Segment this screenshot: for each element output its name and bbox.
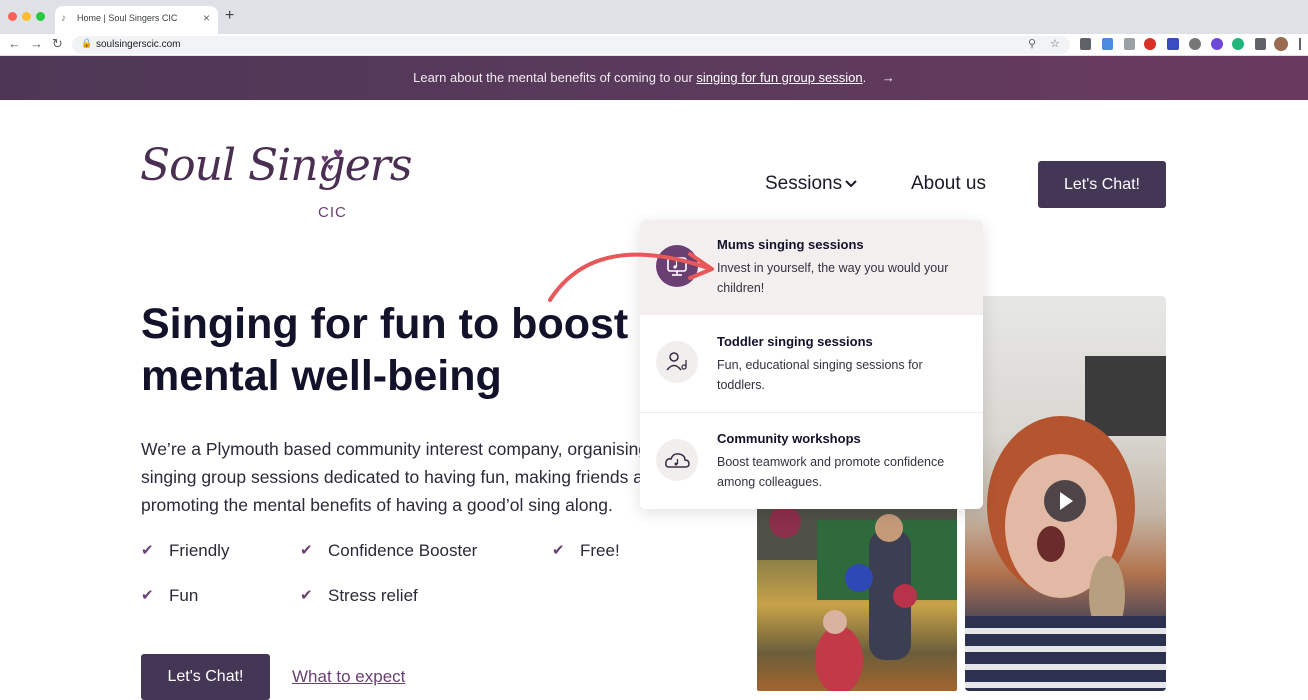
browser-tab-bar: ♪ Home | Soul Singers CIC × +: [0, 0, 1308, 34]
extension-icons: [1080, 37, 1301, 51]
dropdown-item-description: Fun, educational singing sessions for to…: [717, 358, 923, 392]
toddler-session-photo: [757, 500, 957, 691]
close-window-button[interactable]: [8, 12, 17, 21]
extension-g-icon: [1211, 38, 1223, 50]
dropdown-item-description: Boost teamwork and promote confidence am…: [717, 455, 945, 489]
dropdown-item-title: Community workshops: [717, 431, 861, 446]
minimize-window-button[interactable]: [22, 12, 31, 21]
dropdown-item-title: Toddler singing sessions: [717, 334, 873, 349]
feature-item: Free!: [580, 541, 620, 560]
check-icon: ✔: [552, 542, 565, 559]
forward-button[interactable]: →: [30, 36, 43, 51]
extension-badge-icon: [1167, 38, 1179, 50]
extension-wp-icon: [1189, 38, 1201, 50]
check-icon: ✔: [300, 587, 313, 604]
child-music-glyph: [666, 352, 687, 371]
dropdown-item-title: Mums singing sessions: [717, 237, 864, 252]
favicon-icon: ♪: [61, 13, 66, 24]
hero-description-line: We’re a Plymouth based community interes…: [141, 439, 641, 459]
tab-title: Home | Soul Singers CIC: [77, 13, 178, 23]
logo-cic: CIC: [318, 204, 347, 221]
check-icon: ✔: [141, 542, 154, 559]
lets-chat-hero-button[interactable]: Let's Chat!: [141, 654, 270, 700]
dropdown-item-community[interactable]: Community workshops Boost teamwork and p…: [640, 413, 983, 509]
zoom-icon[interactable]: ⚲: [1028, 37, 1036, 50]
heart-icon: ♥: [333, 144, 344, 163]
bookmark-star-icon[interactable]: ☆: [1050, 37, 1060, 50]
what-to-expect-link[interactable]: What to expect: [292, 667, 405, 687]
toddler-photo-scene: [757, 500, 957, 691]
feature-item: Friendly: [169, 541, 230, 560]
extension-grammarly-icon: [1232, 38, 1244, 50]
heart-icon: ♥: [327, 162, 334, 174]
check-icon: ✔: [141, 587, 154, 604]
hero-title: Singing for fun to boost mental well-bei…: [141, 300, 629, 400]
extension-shield-icon: [1080, 38, 1091, 50]
lets-chat-nav-button[interactable]: Let's Chat!: [1038, 161, 1166, 208]
hero-description-line: promoting the mental benefits of having …: [141, 495, 613, 515]
announcement-period: .: [862, 70, 867, 85]
annotation-arrow: [548, 252, 714, 302]
cloud-music-glyph: [665, 453, 690, 468]
browser-tab[interactable]: ♪ Home | Soul Singers CIC ×: [55, 6, 218, 34]
play-icon: [1060, 492, 1073, 510]
arrow-right-icon[interactable]: →: [882, 70, 895, 85]
nav-sessions[interactable]: Sessions: [765, 173, 842, 195]
new-tab-button[interactable]: +: [225, 7, 234, 25]
child-music-icon: [656, 341, 698, 383]
logo-wordmark: Soul Singers: [140, 140, 412, 191]
check-icon: ✔: [300, 542, 313, 559]
dropdown-item-description: Invest in yourself, the way you would yo…: [717, 261, 949, 295]
reload-button[interactable]: ↻: [52, 36, 63, 52]
announcement-link[interactable]: singing for fun group session: [696, 70, 862, 85]
menu-dots-icon: [1299, 38, 1301, 50]
hero-description-line: singing group sessions dedicated to havi…: [141, 467, 641, 487]
feature-item: Confidence Booster: [328, 541, 478, 560]
profile-avatar: [1274, 37, 1288, 51]
feature-item: Fun: [169, 586, 199, 605]
nav-about-us[interactable]: About us: [911, 173, 986, 195]
announcement-text: Learn about the mental benefits of comin…: [413, 70, 697, 85]
announcement-bar: Learn about the mental benefits of comin…: [0, 56, 1308, 100]
play-video-button[interactable]: [1044, 480, 1086, 522]
lock-icon: 🔒: [81, 38, 93, 48]
back-button[interactable]: ←: [8, 36, 21, 51]
cloud-music-icon: [656, 439, 698, 481]
maximize-window-button[interactable]: [36, 12, 45, 21]
extension-grid-icon: [1124, 38, 1135, 50]
url-text: soulsingerscic.com: [96, 39, 181, 50]
close-tab-icon[interactable]: ×: [203, 11, 210, 25]
chevron-down-icon[interactable]: [844, 178, 858, 190]
hero-description: We’re a Plymouth based community interes…: [141, 435, 641, 519]
browser-toolbar: ← → ↻ 🔒 soulsingerscic.com ⚲ ☆: [0, 34, 1308, 56]
feature-item: Stress relief: [328, 586, 418, 605]
extension-doc-icon: [1102, 38, 1113, 50]
extensions-puzzle-icon: [1255, 38, 1266, 50]
address-bar[interactable]: 🔒 soulsingerscic.com ⚲ ☆: [72, 36, 1070, 54]
extension-abp-icon: [1144, 38, 1156, 50]
dropdown-item-toddler[interactable]: Toddler singing sessions Fun, educationa…: [640, 315, 983, 412]
